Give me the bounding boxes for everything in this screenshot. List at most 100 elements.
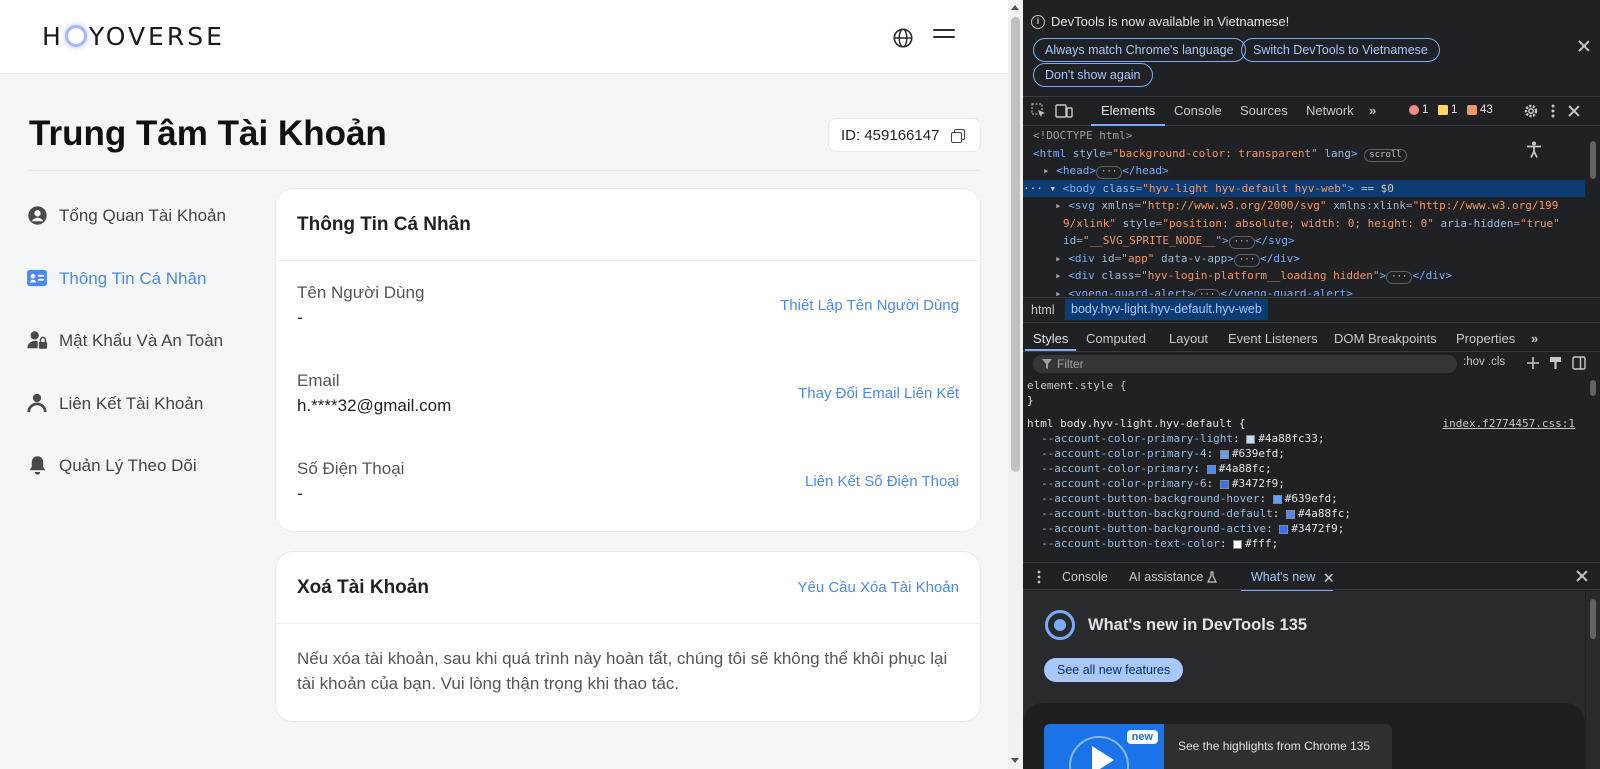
color-swatch-icon[interactable] xyxy=(1246,434,1256,444)
issues-count-badge[interactable]: 43 xyxy=(1467,104,1493,116)
color-swatch-icon[interactable] xyxy=(1286,509,1296,519)
element-style-close: } xyxy=(1027,394,1034,407)
css-property-line[interactable]: --account-button-background-active: #347… xyxy=(1023,521,1585,536)
paint-format-icon[interactable] xyxy=(1549,356,1562,370)
sidebar-item-password-security[interactable]: Mật Khẩu Và An Toàn xyxy=(26,320,266,383)
page-scrollbar[interactable] xyxy=(1008,0,1023,769)
settings-gear-icon[interactable] xyxy=(1523,103,1539,119)
css-property-line[interactable]: --account-color-primary-6: #3472f9; xyxy=(1023,476,1585,491)
accessibility-icon[interactable] xyxy=(1526,141,1542,159)
see-all-features-button[interactable]: See all new features xyxy=(1044,658,1184,682)
dom-doctype[interactable]: <!DOCTYPE html> xyxy=(1023,127,1585,145)
more-tabs-icon[interactable]: » xyxy=(1369,103,1376,118)
dom-body-node[interactable]: ··· ▾ <body class="hyv-light hyv-default… xyxy=(1023,179,1585,197)
copy-icon[interactable] xyxy=(951,128,966,143)
drawer-tab-ai-assistance[interactable]: AI assistance xyxy=(1129,570,1203,584)
page-title: Trung Tâm Tài Khoản xyxy=(29,114,387,153)
more-options-icon[interactable] xyxy=(1550,103,1556,119)
hov-cls-toggle[interactable]: :hov .cls xyxy=(1463,356,1505,368)
css-property-line[interactable]: --account-color-primary-4: #639efd; xyxy=(1023,446,1585,461)
devtools-panel: i DevTools is now available in Vietnames… xyxy=(1023,0,1600,769)
tab-sources[interactable]: Sources xyxy=(1240,103,1288,118)
card-title: Thông Tin Cá Nhân xyxy=(297,213,471,235)
css-property-line[interactable]: --account-button-background-default: #4a… xyxy=(1023,506,1585,521)
close-devtools-icon[interactable] xyxy=(1568,105,1580,117)
color-swatch-icon[interactable] xyxy=(1272,494,1282,504)
dom-scrollbar[interactable] xyxy=(1586,127,1600,296)
filter-placeholder: Filter xyxy=(1057,357,1084,371)
play-icon[interactable] xyxy=(1092,746,1114,769)
hoyoverse-logo[interactable]: H YOVERSE xyxy=(42,22,225,51)
css-property-line[interactable]: --account-color-primary: #4a88fc; xyxy=(1023,461,1585,476)
request-delete-link[interactable]: Yêu Cầu Xóa Tài Khoản xyxy=(797,579,959,596)
error-count-badge[interactable]: 1 xyxy=(1409,104,1428,116)
user-circle-icon xyxy=(26,204,48,226)
drawer-tab-whats-new[interactable]: What's new xyxy=(1240,570,1334,592)
close-whats-new-tab-icon[interactable] xyxy=(1324,573,1332,581)
scroll-up-arrow-icon[interactable] xyxy=(1011,5,1019,10)
sidebar-item-overview[interactable]: Tổng Quan Tài Khoản xyxy=(26,195,266,258)
set-username-link[interactable]: Thiết Lập Tên Người Dùng xyxy=(780,297,959,314)
dom-guard-node[interactable]: ▸ <yoeng-guard-alert> ··· </yoeng-guard-al… xyxy=(1023,285,1585,296)
account-id-chip[interactable]: ID: 459166147 xyxy=(828,118,981,152)
breadcrumb-body[interactable]: body.hyv-light.hyv-default.hyv-web xyxy=(1065,299,1268,320)
toggle-sidebar-icon[interactable] xyxy=(1572,356,1586,370)
dom-login-node[interactable]: ▸ <div class="hyv-login-platform__loadin… xyxy=(1023,267,1585,285)
change-email-link[interactable]: Thay Đổi Email Liên Kết xyxy=(798,385,959,402)
dom-svg-node[interactable]: ▸ <svg xmlns="http://www.w3.org/2000/svg… xyxy=(1023,197,1585,215)
subtab-properties[interactable]: Properties xyxy=(1456,331,1515,346)
color-swatch-icon[interactable] xyxy=(1233,539,1243,549)
css-property-line[interactable]: --account-color-primary-light: #4a88fc33… xyxy=(1023,431,1585,446)
video-thumbnail[interactable]: new xyxy=(1044,724,1164,769)
match-language-button[interactable]: Always match Chrome's language xyxy=(1033,38,1246,62)
subtab-dom-breakpoints[interactable]: DOM Breakpoints xyxy=(1334,331,1437,346)
drawer-tab-console[interactable]: Console xyxy=(1062,570,1108,584)
whats-new-scrollbar[interactable] xyxy=(1586,591,1600,769)
dom-app-node[interactable]: ▸ <div id="app" data-v-app> ··· </div> xyxy=(1023,250,1585,268)
css-property-line[interactable]: --account-button-background-hover: #639e… xyxy=(1023,491,1585,506)
tab-network[interactable]: Network xyxy=(1306,103,1354,118)
subtab-event-listeners[interactable]: Event Listeners xyxy=(1228,331,1318,346)
close-drawer-icon[interactable] xyxy=(1576,570,1588,582)
dom-html-node[interactable]: <html style="background-color: transpare… xyxy=(1023,145,1585,163)
tab-elements[interactable]: Elements xyxy=(1090,103,1166,126)
hamburger-menu-icon[interactable] xyxy=(933,29,955,47)
color-swatch-icon[interactable] xyxy=(1279,524,1289,534)
devtools-main-tabs: Elements Console Sources Network » 1 1 4… xyxy=(1023,96,1600,126)
warning-count-badge[interactable]: 1 xyxy=(1438,104,1457,116)
color-swatch-icon[interactable] xyxy=(1219,449,1229,459)
highlight-text[interactable]: See the highlights from Chrome 135 xyxy=(1178,739,1370,753)
scrollbar-thumb[interactable] xyxy=(1011,17,1020,472)
sidebar-item-linked-accounts[interactable]: Liên Kết Tài Khoản xyxy=(26,383,266,446)
drawer-menu-icon[interactable] xyxy=(1037,570,1041,584)
new-style-rule-icon[interactable] xyxy=(1526,356,1540,370)
css-rule-selector[interactable]: html body.hyv-light.hyv-default { index.… xyxy=(1023,416,1585,431)
sidebar-item-personal-info[interactable]: Thông Tin Cá Nhân xyxy=(26,258,266,321)
more-subtabs-icon[interactable]: » xyxy=(1531,331,1538,346)
tab-console[interactable]: Console xyxy=(1174,103,1222,118)
scroll-down-arrow-icon[interactable] xyxy=(1011,758,1019,763)
link-phone-link[interactable]: Liên Kết Số Điện Thoại xyxy=(805,473,959,490)
subtab-layout[interactable]: Layout xyxy=(1169,331,1208,346)
globe-icon[interactable] xyxy=(892,27,914,49)
subtab-styles[interactable]: Styles xyxy=(1024,331,1077,351)
close-banner-icon[interactable] xyxy=(1578,40,1590,52)
styles-pane: element.style { } html body.hyv-light.hy… xyxy=(1023,378,1585,558)
subtab-computed[interactable]: Computed xyxy=(1086,331,1146,346)
device-toolbar-icon[interactable] xyxy=(1055,103,1073,119)
css-source-link[interactable]: index.f2774457.css:1 xyxy=(1443,416,1575,431)
styles-scrollbar[interactable] xyxy=(1586,372,1600,558)
dom-head-node[interactable]: ▸ <head> ··· </head> xyxy=(1023,162,1585,180)
color-swatch-icon[interactable] xyxy=(1219,479,1229,489)
scroll-badge[interactable]: scroll xyxy=(1364,148,1407,162)
element-style-rule[interactable]: element.style { xyxy=(1023,378,1585,393)
styles-filter-input[interactable]: Filter xyxy=(1033,355,1457,373)
switch-language-button[interactable]: Switch DevTools to Vietnamese xyxy=(1241,38,1440,62)
sidebar-item-subscriptions[interactable]: Quản Lý Theo Dõi xyxy=(26,445,266,508)
dont-show-again-button[interactable]: Don't show again xyxy=(1033,63,1153,87)
dom-svg-node-end: id="__SVG_SPRITE_NODE__"> ··· </svg> xyxy=(1063,234,1295,249)
breadcrumb-html[interactable]: html xyxy=(1031,303,1055,317)
css-property-line[interactable]: --account-button-text-color: #fff; xyxy=(1023,536,1585,551)
inspect-element-icon[interactable] xyxy=(1031,103,1047,119)
color-swatch-icon[interactable] xyxy=(1206,464,1216,474)
